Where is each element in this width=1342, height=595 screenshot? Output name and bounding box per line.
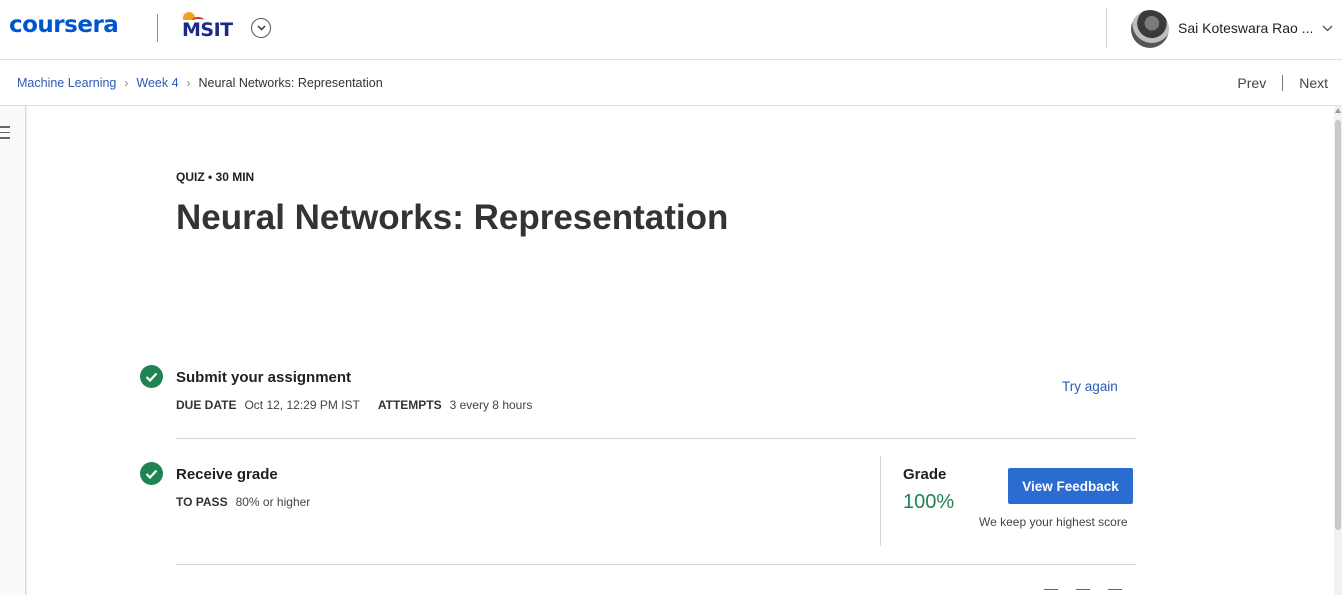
toolbar-icon[interactable] [1076,589,1090,595]
grade-divider [880,456,881,546]
org-switcher-button[interactable] [251,18,271,38]
check-circle-icon [140,462,163,485]
chevron-down-icon [1322,25,1333,32]
check-circle-icon [140,365,163,388]
next-button[interactable]: Next [1299,75,1328,91]
to-pass-value: 80% or higher [235,495,311,509]
scroll-up-icon[interactable] [1335,108,1341,113]
attempts-value: 3 every 8 hours [449,398,533,412]
page-title: Neural Networks: Representation [176,198,729,237]
prev-next-nav: Prev Next [1237,75,1328,91]
menu-icon[interactable] [0,126,12,140]
toolbar-icon[interactable] [1108,589,1122,595]
chevron-down-icon [256,25,266,31]
grade-value: 100% [903,491,955,513]
left-rail [0,106,26,595]
scrollbar[interactable] [1334,106,1342,595]
user-name[interactable]: Sai Koteswara Rao ... [1178,20,1313,36]
chevron-right-icon: › [186,76,191,90]
due-date-label: DUE DATE [176,398,237,412]
section-divider [176,564,1136,565]
attempts-label: ATTEMPTS [377,398,442,412]
submit-step-title: Submit your assignment [176,369,352,386]
highest-score-note: We keep your highest score [979,515,1128,529]
coursera-logo[interactable]: coursera [9,12,119,38]
receive-grade-title: Receive grade [176,466,278,483]
bottom-toolbar [1044,589,1122,595]
section-divider [176,438,1136,439]
scrollbar-thumb[interactable] [1335,120,1341,530]
try-again-link[interactable]: Try again [1062,379,1118,394]
due-date-value: Oct 12, 12:29 PM IST [244,398,360,412]
view-feedback-button[interactable]: View Feedback [1008,468,1133,504]
receive-meta: TO PASS 80% or higher [176,495,328,509]
breadcrumb-current: Neural Networks: Representation [198,76,383,90]
header-divider [1106,8,1107,48]
breadcrumb-week[interactable]: Week 4 [136,76,178,90]
to-pass-label: TO PASS [176,495,228,509]
top-header: coursera MSIT Sai Koteswara Rao ... [0,0,1342,60]
quiz-eyebrow: QUIZ • 30 MIN [176,170,255,184]
breadcrumb: Machine Learning › Week 4 › Neural Netwo… [17,76,383,90]
prev-button[interactable]: Prev [1237,75,1266,91]
grade-label: Grade [903,466,947,483]
user-menu-button[interactable] [1322,20,1333,35]
submit-meta: DUE DATE Oct 12, 12:29 PM IST ATTEMPTS 3… [176,398,550,412]
msit-logo[interactable]: MSIT [180,12,238,42]
logo-divider [157,14,158,42]
nav-divider [1282,75,1284,91]
toolbar-icon[interactable] [1044,589,1058,595]
breadcrumb-bar: Machine Learning › Week 4 › Neural Netwo… [0,60,1342,106]
breadcrumb-course[interactable]: Machine Learning [17,76,116,90]
chevron-right-icon: › [124,76,129,90]
msit-logo-text: MSIT [182,19,233,41]
avatar[interactable] [1131,10,1169,48]
